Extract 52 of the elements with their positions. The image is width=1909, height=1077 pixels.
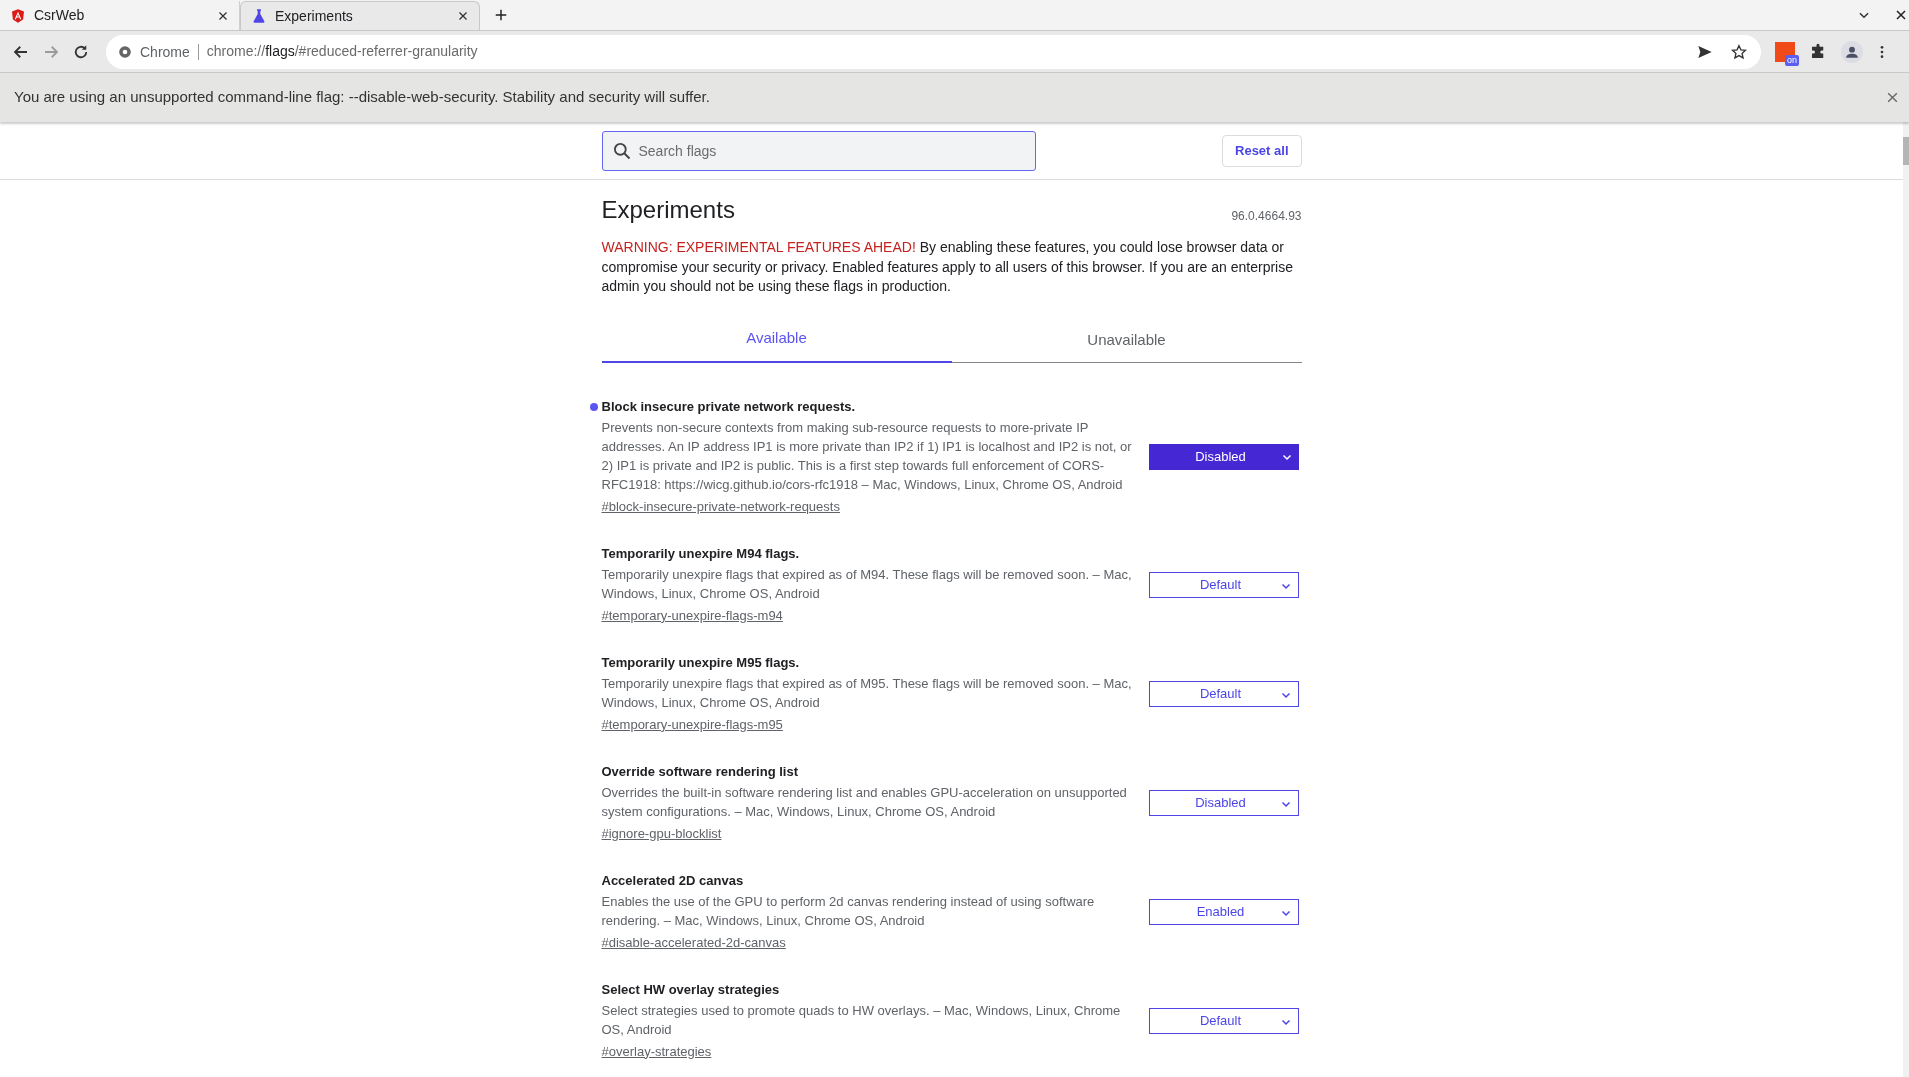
warning-text: WARNING: EXPERIMENTAL FEATURES AHEAD! By enabling these features, you could lose browser data or compromise your security or privacy. Enabled features apply to all users of this browser. If you are an enterprise admin you should not be using these flags in production. <box>601 238 1294 296</box>
tab-title: Experiments <box>275 6 354 26</box>
scrollbar[interactable] <box>1903 122 1909 1077</box>
flag-title: Temporarily unexpire M94 flags. <box>601 544 801 563</box>
site-info-icon <box>118 44 132 59</box>
shield-icon <box>10 7 26 24</box>
close-window-icon[interactable] <box>1895 9 1907 21</box>
flag-link[interactable]: #temporary-unexpire-flags-m94 <box>601 605 783 626</box>
flag-dropdown[interactable]: Disabled <box>1148 444 1299 470</box>
flag-dropdown[interactable]: Default <box>1148 572 1299 598</box>
flag-title: Block insecure private network requests. <box>601 397 857 416</box>
close-icon[interactable] <box>217 9 229 22</box>
flag-description: Enables the use of the GPU to perform 2d canvas rendering instead of using software rendering. – Mac, Windows, Linux, Chrome OS, Android <box>601 892 1096 930</box>
flag-description: Prevents non-secure contexts from making sub-resource requests to more-private IP addresses. An IP address IP1 is more private than IP2 if 1) IP1 is localhost and IP2 is not, or 2) IP1 is private and IP2 is public. This is a first step towards full enforcement of CORS-RFC1918: https://wicg.github.io/cors-rfc1918 – Mac, Windows, Linux, Chrome OS, Android <box>601 418 1133 494</box>
profile-avatar[interactable] <box>1841 40 1863 63</box>
flag-dropdown[interactable]: Default <box>1148 681 1299 707</box>
flag-title: Select HW overlay strategies <box>601 980 781 999</box>
page-tab[interactable]: Unavailable <box>951 316 1302 363</box>
search-field[interactable]: Search flags <box>601 130 1036 171</box>
flag-link[interactable]: #temporary-unexpire-flags-m95 <box>601 714 783 735</box>
flask-icon <box>251 8 267 24</box>
address-bar[interactable]: Chrome chrome://flags/#reduced-referrer-granularity <box>106 34 1761 69</box>
send-icon[interactable] <box>1697 43 1713 60</box>
flag-title: Accelerated 2D canvas <box>601 871 745 890</box>
new-tab-icon[interactable] <box>494 8 508 22</box>
flag-dropdown[interactable]: Disabled <box>1148 790 1299 816</box>
flag-description: Select strategies used to promote quads to HW overlays. – Mac, Windows, Linux, Chrome OS, Android <box>601 1001 1122 1039</box>
url-text: chrome://flags/#reduced-referrer-granularity <box>206 42 479 61</box>
close-icon[interactable] <box>457 10 469 22</box>
page-tab[interactable]: Available <box>601 316 952 363</box>
star-icon[interactable] <box>1731 43 1747 60</box>
flag-link[interactable]: #disable-accelerated-2d-canvas <box>601 932 786 953</box>
flag-title: Temporarily unexpire M95 flags. <box>601 653 801 672</box>
browser-tab[interactable]: Experiments <box>240 1 480 30</box>
person-icon <box>1845 44 1859 59</box>
flag-dropdown[interactable]: Enabled <box>1148 899 1299 925</box>
flag-dropdown[interactable]: Default <box>1148 1008 1299 1034</box>
page-title: Experiments <box>601 195 735 225</box>
version-label: 96.0.4664.93 <box>1231 208 1302 225</box>
search-icon <box>611 140 632 161</box>
tab-title: CsrWeb <box>34 6 86 25</box>
flag-title: Override software rendering list <box>601 762 799 781</box>
flag-link[interactable]: #block-insecure-private-network-requests <box>601 496 840 517</box>
flag-description: Temporarily unexpire flags that expired as of M94. These flags will be removed soon. – Mac, Windows, Linux, Chrome OS, Android <box>601 565 1133 603</box>
page-chip: Chrome <box>140 43 199 60</box>
infobar-message: You are using an unsupported command-line flag: --disable-web-security. Stability and security will suffer. <box>14 87 711 108</box>
flag-link[interactable]: #ignore-gpu-blocklist <box>601 823 722 844</box>
reset-all-button[interactable]: Reset all <box>1222 134 1302 167</box>
flag-description: Temporarily unexpire flags that expired as of M95. These flags will be removed soon. – Mac, Windows, Linux, Chrome OS, Android <box>601 674 1133 712</box>
extension-badge: on <box>1785 54 1799 66</box>
flag-link[interactable]: #overlay-strategies <box>601 1041 712 1062</box>
flag-description: Overrides the built-in software rendering list and enables GPU-acceleration on unsupported system configurations. – Mac, Windows, Linux, Chrome OS, Android <box>601 783 1128 821</box>
